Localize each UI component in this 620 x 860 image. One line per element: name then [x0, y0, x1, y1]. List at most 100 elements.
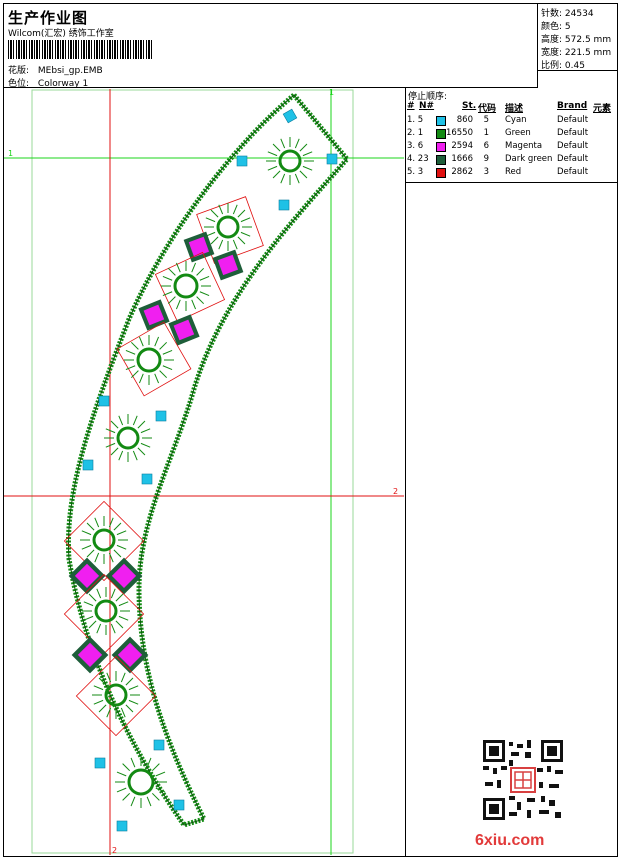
- sun-motif-ray: [118, 615, 129, 621]
- sun-motif-ray: [196, 267, 205, 276]
- color-swatch: [436, 168, 446, 178]
- color-swatch: [436, 142, 446, 152]
- sun-motif-ray: [120, 672, 126, 683]
- sun-motif-ray: [280, 173, 286, 184]
- stop-cell-code: 6: [483, 141, 489, 151]
- sun-motif-ray: [115, 620, 124, 629]
- cyan-accent: [82, 459, 94, 471]
- sun-motif-ray: [294, 173, 300, 184]
- stop-cell-st: 2594: [451, 141, 473, 151]
- sun-motif-ray: [155, 771, 166, 777]
- sun-motif-ray: [299, 170, 308, 179]
- sun-motif-ray: [118, 601, 129, 607]
- sun-motif-ray: [122, 792, 131, 801]
- sun-motif-ray: [93, 685, 104, 691]
- stop-cell-code: 1: [483, 128, 489, 138]
- cyan-accent: [173, 799, 185, 811]
- sun-motif-ray: [130, 757, 136, 768]
- sun-motif-ray: [210, 209, 219, 218]
- sun-motif-ray: [118, 450, 124, 461]
- cyan-accent: [98, 395, 110, 407]
- stat-scale: 比例: 0.45: [541, 61, 585, 71]
- sun-motif-ray: [237, 236, 246, 245]
- sun-motif-ray: [159, 341, 168, 350]
- stop-cell-brand: Default: [557, 115, 589, 125]
- stop-cell-code: 3: [483, 167, 489, 177]
- sun-motif-ray: [267, 165, 278, 171]
- sun-motif-ray: [110, 420, 119, 429]
- sun-motif-ray: [83, 601, 94, 607]
- sun-motif-ray: [118, 415, 124, 426]
- sun-motif-ray: [130, 370, 139, 379]
- col-st: St.: [462, 101, 477, 111]
- sun-motif-ring: [216, 215, 240, 239]
- sun-motif-ray: [132, 415, 138, 426]
- sun-motif-ray: [272, 143, 281, 152]
- sun-motif-ray: [110, 447, 119, 456]
- barcode: [8, 40, 153, 59]
- sun-motif-ray: [130, 796, 136, 807]
- sun-motif-ray: [205, 217, 216, 223]
- stat-stitches: 针数: 24534: [541, 9, 594, 19]
- cyan-accent: [94, 757, 106, 769]
- colorway-row: 色位: Colorway 1: [8, 76, 88, 89]
- sun-motif-ray: [83, 615, 94, 621]
- header-panel: 生产作业图 Wilcom(汇宏) 绣饰工作室 花版: MEbsi_gp.EMB …: [3, 3, 538, 89]
- sun-motif-ray: [146, 796, 152, 807]
- sun-motif-ray: [232, 239, 238, 250]
- sun-motif-ray: [240, 231, 251, 237]
- sun-motif-ray: [86, 522, 95, 531]
- sun-motif-ring: [173, 273, 199, 299]
- sun-motif-ray: [162, 275, 173, 281]
- stop-cell-st: 2862: [451, 167, 473, 177]
- stop-cell-num: 2. 1: [407, 128, 424, 138]
- sun-motif-ray: [159, 370, 168, 379]
- guide-label-v1: 1: [329, 89, 334, 97]
- sun-motif-ray: [162, 349, 173, 355]
- stop-cell-brand: Default: [557, 141, 589, 151]
- cyan-accent: [155, 410, 167, 422]
- cyan-accent: [326, 153, 338, 165]
- sun-motif-ray: [302, 151, 313, 157]
- sun-motif-ray: [196, 296, 205, 305]
- stop-cell-brand: Default: [557, 167, 589, 177]
- sun-motif-ray: [88, 620, 97, 629]
- col-element: 元素: [593, 104, 612, 114]
- sun-motif-ray: [218, 239, 224, 250]
- stop-cell-desc: Magenta: [505, 141, 543, 151]
- stop-cell-st: 1666: [451, 154, 473, 164]
- sun-motif-ray: [151, 792, 160, 801]
- sun-motif-ray: [154, 373, 160, 384]
- sun-motif-ray: [128, 699, 139, 705]
- sun-motif-ray: [137, 447, 146, 456]
- pane-divider: [405, 88, 406, 857]
- sun-motif-ring: [278, 149, 302, 173]
- colorway-value: Colorway 1: [37, 79, 89, 89]
- stop-cell-num: 4. 23: [407, 154, 429, 164]
- design-filename: MEbsi_gp.EMB: [37, 66, 103, 76]
- color-swatch: [436, 155, 446, 165]
- stat-height: 高度: 572.5 mm: [541, 35, 612, 45]
- col-num: #: [407, 101, 415, 111]
- stop-cell-brand: Default: [557, 128, 589, 138]
- sun-motif-ray: [128, 685, 139, 691]
- sun-motif-ray: [138, 336, 144, 347]
- stats-panel: 针数: 24534 颜色: 5 高度: 572.5 mm 宽度: 221.5 m…: [538, 3, 618, 71]
- sun-motif-ray: [116, 787, 127, 793]
- sun-motif-ray: [96, 623, 102, 634]
- sun-motif-ray: [280, 138, 286, 149]
- col-code: 代码: [478, 104, 497, 114]
- sun-motif-ray: [122, 763, 131, 772]
- stop-cell-desc: Red: [505, 167, 522, 177]
- sun-motif-ray: [110, 623, 116, 634]
- stop-cell-code: 5: [483, 115, 489, 125]
- col-desc: 描述: [505, 104, 524, 114]
- sun-motif-ring: [136, 347, 162, 373]
- col-brand: Brand: [557, 101, 588, 111]
- stop-cell-code: 9: [483, 154, 489, 164]
- sun-motif-ray: [125, 349, 136, 355]
- stop-cell-num: 3. 6: [407, 141, 424, 151]
- sun-motif-ray: [138, 373, 144, 384]
- stop-cell-brand: Default: [557, 154, 589, 164]
- stop-cell-desc: Green: [505, 128, 531, 138]
